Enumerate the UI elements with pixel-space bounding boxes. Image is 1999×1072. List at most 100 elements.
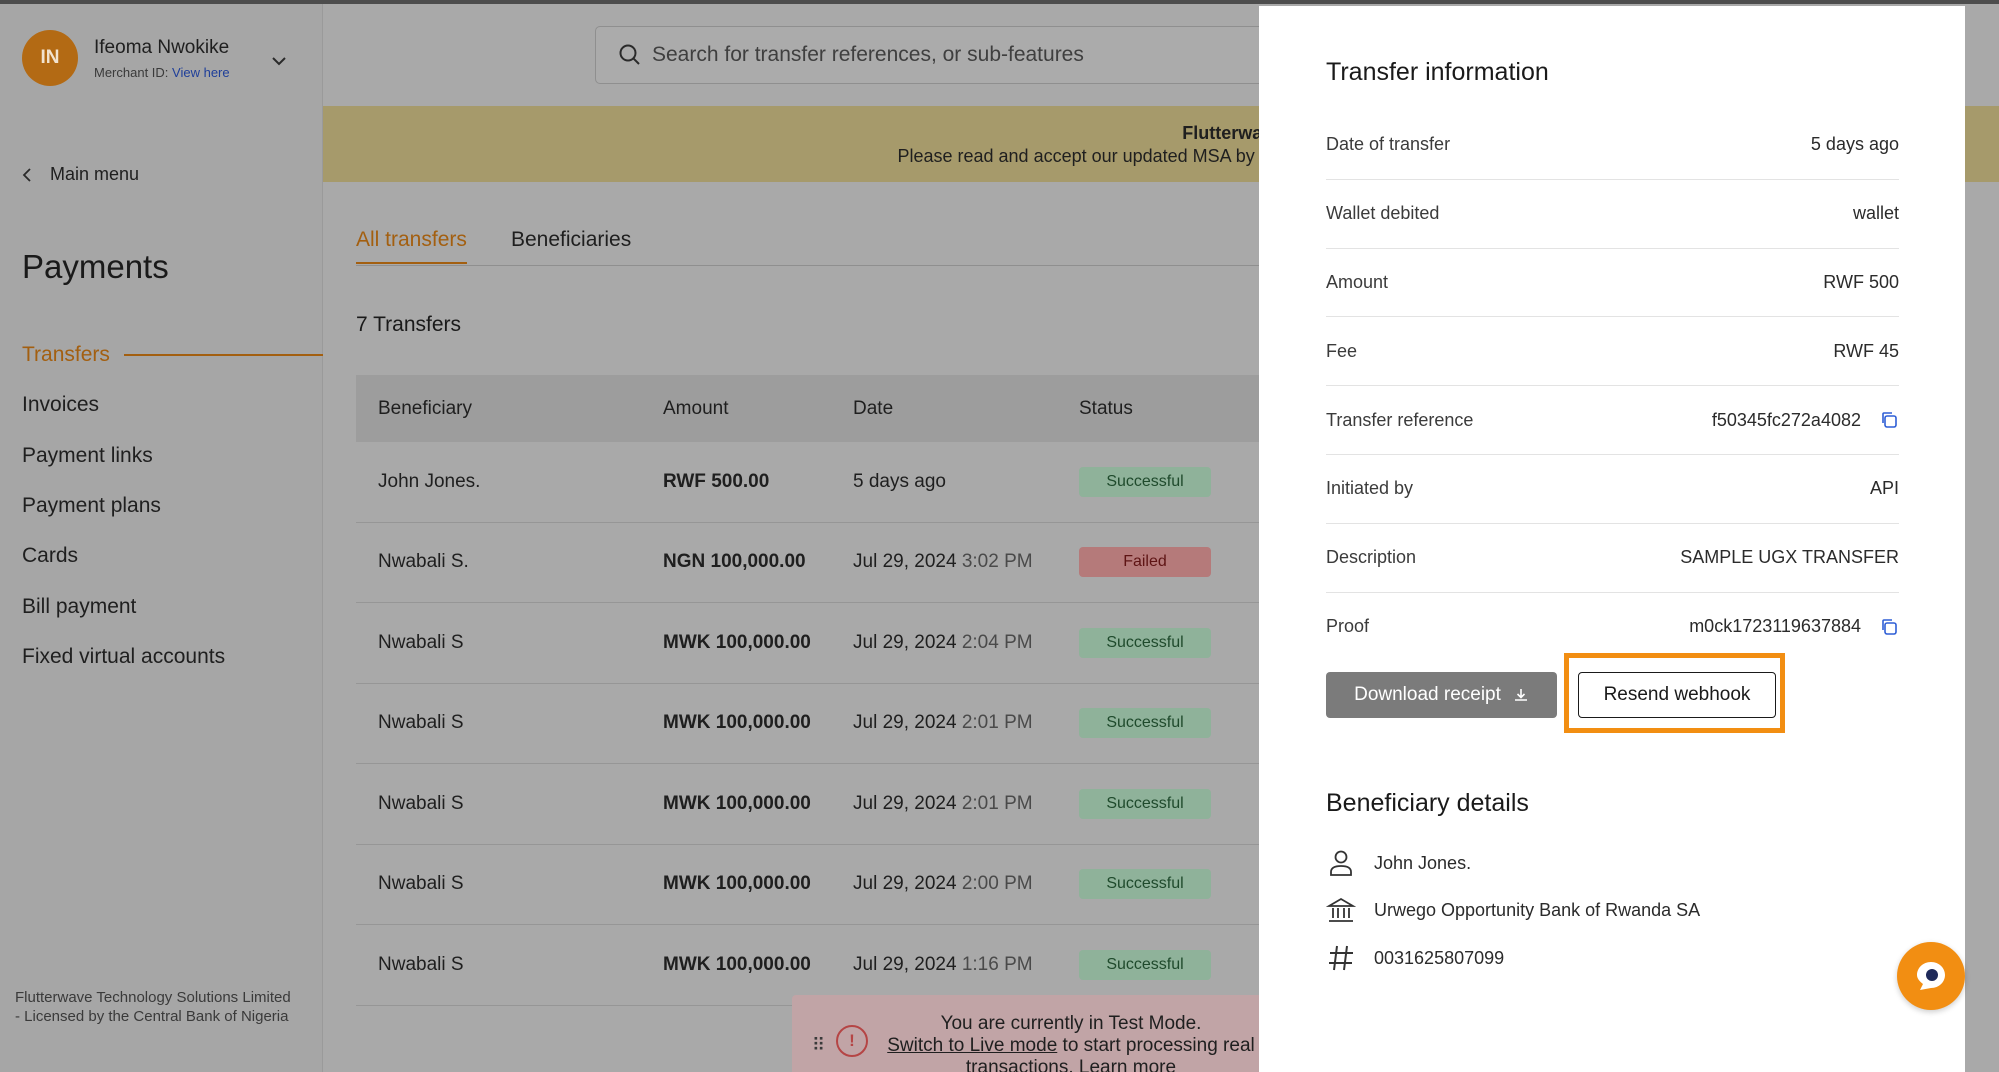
cell-date-day: Jul 29, 2024 <box>853 551 957 573</box>
table-row[interactable]: John Jones. RWF 500.00 5 days ago Successf… <box>356 442 1296 523</box>
cell-date-time: 1:16 PM <box>961 953 1033 975</box>
table-header: Beneficiary Amount Date Status <box>356 375 1296 442</box>
info-value-text: RWF 45 <box>1833 340 1899 361</box>
info-value-text: 5 days ago <box>1810 134 1899 155</box>
info-value: m0ck1723119637884 <box>1689 616 1899 637</box>
table-row[interactable]: Nwabali S MWK 100,000.00 Jul 29, 2024 2:01… <box>356 764 1296 845</box>
toast-line2-rest: to start processing real <box>1057 1035 1255 1056</box>
sidebar-item-fixed-virtual-accounts[interactable]: Fixed virtual accounts <box>22 632 323 682</box>
table-row[interactable]: Nwabali S. NGN 100,000.00 Jul 29, 2024 3:0… <box>356 523 1296 603</box>
search-input[interactable]: Search for transfer references, or sub-f… <box>595 26 1295 84</box>
cell-date-day: Jul 29, 2024 <box>853 792 957 814</box>
chat-button[interactable] <box>1897 942 1965 1010</box>
beneficiary-name-row: John Jones. <box>1326 848 1471 878</box>
bank-icon <box>1326 897 1356 922</box>
info-value: f50345fc272a4082 <box>1712 410 1899 431</box>
info-value: API <box>1870 478 1899 499</box>
info-label: Initiated by <box>1326 478 1414 499</box>
table-body: John Jones. RWF 500.00 5 days ago Successf… <box>356 442 1296 1006</box>
cell-amount: MWK 100,000.00 <box>663 873 811 895</box>
cell-status: Successful <box>1079 466 1279 497</box>
info-value: RWF 500 <box>1823 272 1899 293</box>
cell-date-time: 2:00 PM <box>961 873 1033 895</box>
download-icon <box>1514 689 1527 701</box>
info-row: Initiated by API <box>1326 455 1899 524</box>
info-value-text: wallet <box>1852 203 1899 224</box>
sidebar-item-payment-links[interactable]: Payment links <box>22 431 323 481</box>
status-badge: Successful <box>1079 708 1211 739</box>
copy-icon[interactable] <box>1879 410 1899 430</box>
search-icon <box>619 44 640 65</box>
status-badge: Successful <box>1079 949 1211 980</box>
sidebar-item-cards[interactable]: Cards <box>22 531 323 581</box>
chat-icon <box>1917 962 1945 990</box>
cell-date: Jul 29, 2024 2:04 PM <box>853 632 1079 654</box>
status-badge: Successful <box>1079 627 1211 658</box>
info-value: 5 days ago <box>1811 134 1899 155</box>
table-row[interactable]: Nwabali S MWK 100,000.00 Jul 29, 2024 1:16… <box>356 925 1296 1006</box>
search-placeholder: Search for transfer references, or sub-f… <box>652 43 1084 66</box>
avatar: IN <box>22 30 78 86</box>
user-icon <box>1330 850 1352 876</box>
info-label: Description <box>1326 547 1417 568</box>
cell-beneficiary: Nwabali S <box>378 792 464 814</box>
tab-beneficiaries[interactable]: Beneficiaries <box>511 228 631 262</box>
cell-amount: MWK 100,000.00 <box>663 792 811 814</box>
switch-live-link[interactable]: Switch to Live mode <box>887 1035 1057 1056</box>
status-badge: Failed <box>1079 547 1211 578</box>
transfers-count: 7 Transfers <box>356 313 462 336</box>
info-label: Wallet debited <box>1326 203 1440 224</box>
cell-status: Successful <box>1079 949 1279 980</box>
cell-status: Successful <box>1079 788 1279 819</box>
drag-handle-icon[interactable]: ⠿ <box>812 1035 825 1056</box>
table-row[interactable]: Nwabali S MWK 100,000.00 Jul 29, 2024 2:04… <box>356 603 1296 684</box>
info-value-text: f50345fc272a4082 <box>1711 409 1861 430</box>
cell-beneficiary: Nwabali S <box>378 953 464 975</box>
table-row[interactable]: Nwabali S MWK 100,000.00 Jul 29, 2024 2:00… <box>356 845 1296 925</box>
beneficiary-bank: Urwego Opportunity Bank of Rwanda SA <box>1374 899 1701 920</box>
hash-icon <box>1329 945 1353 971</box>
header-date: Date <box>853 397 894 419</box>
info-row: Transfer reference f50345fc272a4082 <box>1326 386 1899 455</box>
info-row: Proof m0ck1723119637884 <box>1326 593 1899 662</box>
user-name: Ifeoma Nwokike <box>94 36 230 58</box>
transfers-table: Beneficiary Amount Date Status John Jone… <box>356 375 1296 1006</box>
panel-title: Transfer information <box>1326 58 1549 86</box>
main-menu-label: Main menu <box>50 164 140 184</box>
user-profile[interactable]: IN Ifeoma Nwokike Merchant ID: View here <box>22 30 230 86</box>
transfer-info-list: Date of transfer 5 days ago Wallet debited… <box>1326 111 1899 661</box>
merchant-id-link[interactable]: View here <box>172 65 230 80</box>
info-row: Wallet debited wallet <box>1326 180 1899 249</box>
chevron-down-icon[interactable] <box>270 52 288 70</box>
main-menu-link[interactable]: Main menu <box>22 164 139 185</box>
cell-beneficiary: Nwabali S <box>378 712 464 734</box>
table-row[interactable]: Nwabali S MWK 100,000.00 Jul 29, 2024 2:01… <box>356 684 1296 764</box>
header-status: Status <box>1079 397 1133 419</box>
sidebar-item-transfers[interactable]: Transfers <box>22 330 323 380</box>
payments-nav: Transfers Invoices Payment links Payment… <box>22 330 323 682</box>
info-value-text: m0ck1723119637884 <box>1689 616 1861 637</box>
beneficiary-account: 0031625807099 <box>1374 947 1505 968</box>
download-receipt-button[interactable]: Download receipt <box>1326 672 1557 718</box>
sidebar: IN Ifeoma Nwokike Merchant ID: View here… <box>0 4 323 1072</box>
info-label: Transfer reference <box>1326 409 1474 430</box>
cell-date-day: Jul 29, 2024 <box>853 873 957 895</box>
copy-icon[interactable] <box>1879 617 1899 637</box>
info-value: RWF 45 <box>1833 341 1899 362</box>
tab-all-transfers[interactable]: All transfers <box>356 228 467 264</box>
sidebar-item-bill-payment[interactable]: Bill payment <box>22 581 323 631</box>
beneficiary-bank-row: Urwego Opportunity Bank of Rwanda SA <box>1326 895 1700 925</box>
legal-notice: Flutterwave Technology Solutions Limited… <box>15 989 291 1025</box>
cell-date: Jul 29, 2024 2:01 PM <box>853 712 1079 734</box>
status-badge: Successful <box>1079 466 1211 497</box>
beneficiary-name: John Jones. <box>1374 852 1472 873</box>
chevron-left-icon <box>22 167 31 182</box>
sidebar-item-payment-plans[interactable]: Payment plans <box>22 481 323 531</box>
cell-date-day: Jul 29, 2024 <box>853 712 957 734</box>
info-label: Amount <box>1326 271 1389 292</box>
cell-date-time: 2:04 PM <box>961 631 1033 653</box>
sidebar-item-invoices[interactable]: Invoices <box>22 380 323 430</box>
resend-webhook-button[interactable]: Resend webhook <box>1578 672 1776 718</box>
info-value-text: SAMPLE UGX TRANSFER <box>1680 547 1899 568</box>
cell-date: Jul 29, 2024 3:02 PM <box>853 551 1079 573</box>
